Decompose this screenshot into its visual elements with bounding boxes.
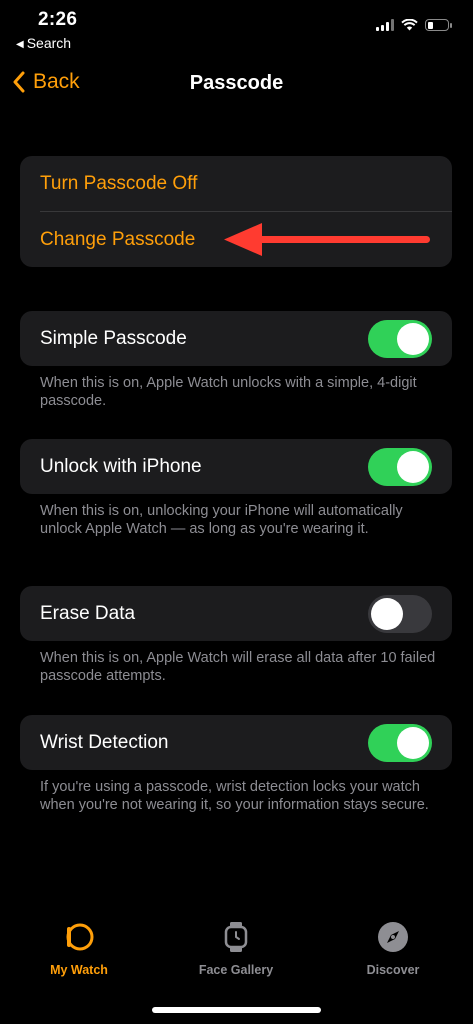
- erase-data-row: Erase Data: [20, 586, 452, 641]
- unlock-with-iphone-toggle[interactable]: [368, 448, 432, 486]
- wrist-detection-footnote: If you're using a passcode, wrist detect…: [40, 779, 429, 813]
- battery-icon: [425, 19, 452, 31]
- status-time: 2:26: [38, 9, 78, 30]
- erase-data-toggle[interactable]: [368, 595, 432, 633]
- wifi-icon: [401, 19, 418, 31]
- simple-passcode-toggle[interactable]: [368, 320, 432, 358]
- back-triangle-icon: ◀: [16, 39, 24, 50]
- tab-my-watch[interactable]: My Watch: [4, 920, 154, 977]
- tab-discover-label: Discover: [366, 963, 420, 977]
- erase-data-footnote: When this is on, Apple Watch will erase …: [40, 650, 436, 684]
- tab-face-gallery[interactable]: Face Gallery: [161, 920, 311, 977]
- tab-my-watch-label: My Watch: [50, 963, 108, 977]
- tab-bar: My Watch Face Gallery Discover: [0, 920, 473, 990]
- simple-passcode-label: Simple Passcode: [40, 327, 187, 349]
- compass-icon: [376, 920, 410, 954]
- erase-data-group: Erase Data: [20, 586, 452, 641]
- navigation-bar: Back Passcode: [0, 62, 473, 106]
- tab-face-gallery-label: Face Gallery: [198, 963, 274, 977]
- red-arrow-annotation: [224, 223, 430, 256]
- wrist-detection-row: Wrist Detection: [20, 715, 452, 770]
- erase-data-label: Erase Data: [40, 602, 136, 624]
- back-to-search[interactable]: ◀ Search: [16, 35, 71, 51]
- unlock-with-iphone-group: Unlock with iPhone: [20, 439, 452, 494]
- unlock-with-iphone-row: Unlock with iPhone: [20, 439, 452, 494]
- tab-discover[interactable]: Discover: [318, 920, 468, 977]
- face-gallery-icon: [219, 920, 253, 954]
- status-icons: [376, 19, 452, 31]
- unlock-with-iphone-footnote: When this is on, unlocking your iPhone w…: [40, 503, 403, 537]
- simple-passcode-footnote: When this is on, Apple Watch unlocks wit…: [40, 375, 417, 409]
- status-bar: 2:26 ◀ Search: [0, 0, 473, 56]
- wrist-detection-group: Wrist Detection: [20, 715, 452, 770]
- cellular-signal-icon: [376, 19, 394, 31]
- wrist-detection-label: Wrist Detection: [40, 731, 169, 753]
- turn-passcode-off-button[interactable]: Turn Passcode Off: [20, 156, 452, 211]
- simple-passcode-row: Simple Passcode: [20, 311, 452, 366]
- home-indicator[interactable]: [152, 1007, 321, 1013]
- unlock-with-iphone-label: Unlock with iPhone: [40, 455, 202, 477]
- page-title: Passcode: [189, 72, 284, 94]
- back-app-label: Search: [26, 35, 72, 51]
- wrist-detection-toggle[interactable]: [368, 724, 432, 762]
- my-watch-icon: [62, 920, 96, 954]
- simple-passcode-group: Simple Passcode: [20, 311, 452, 366]
